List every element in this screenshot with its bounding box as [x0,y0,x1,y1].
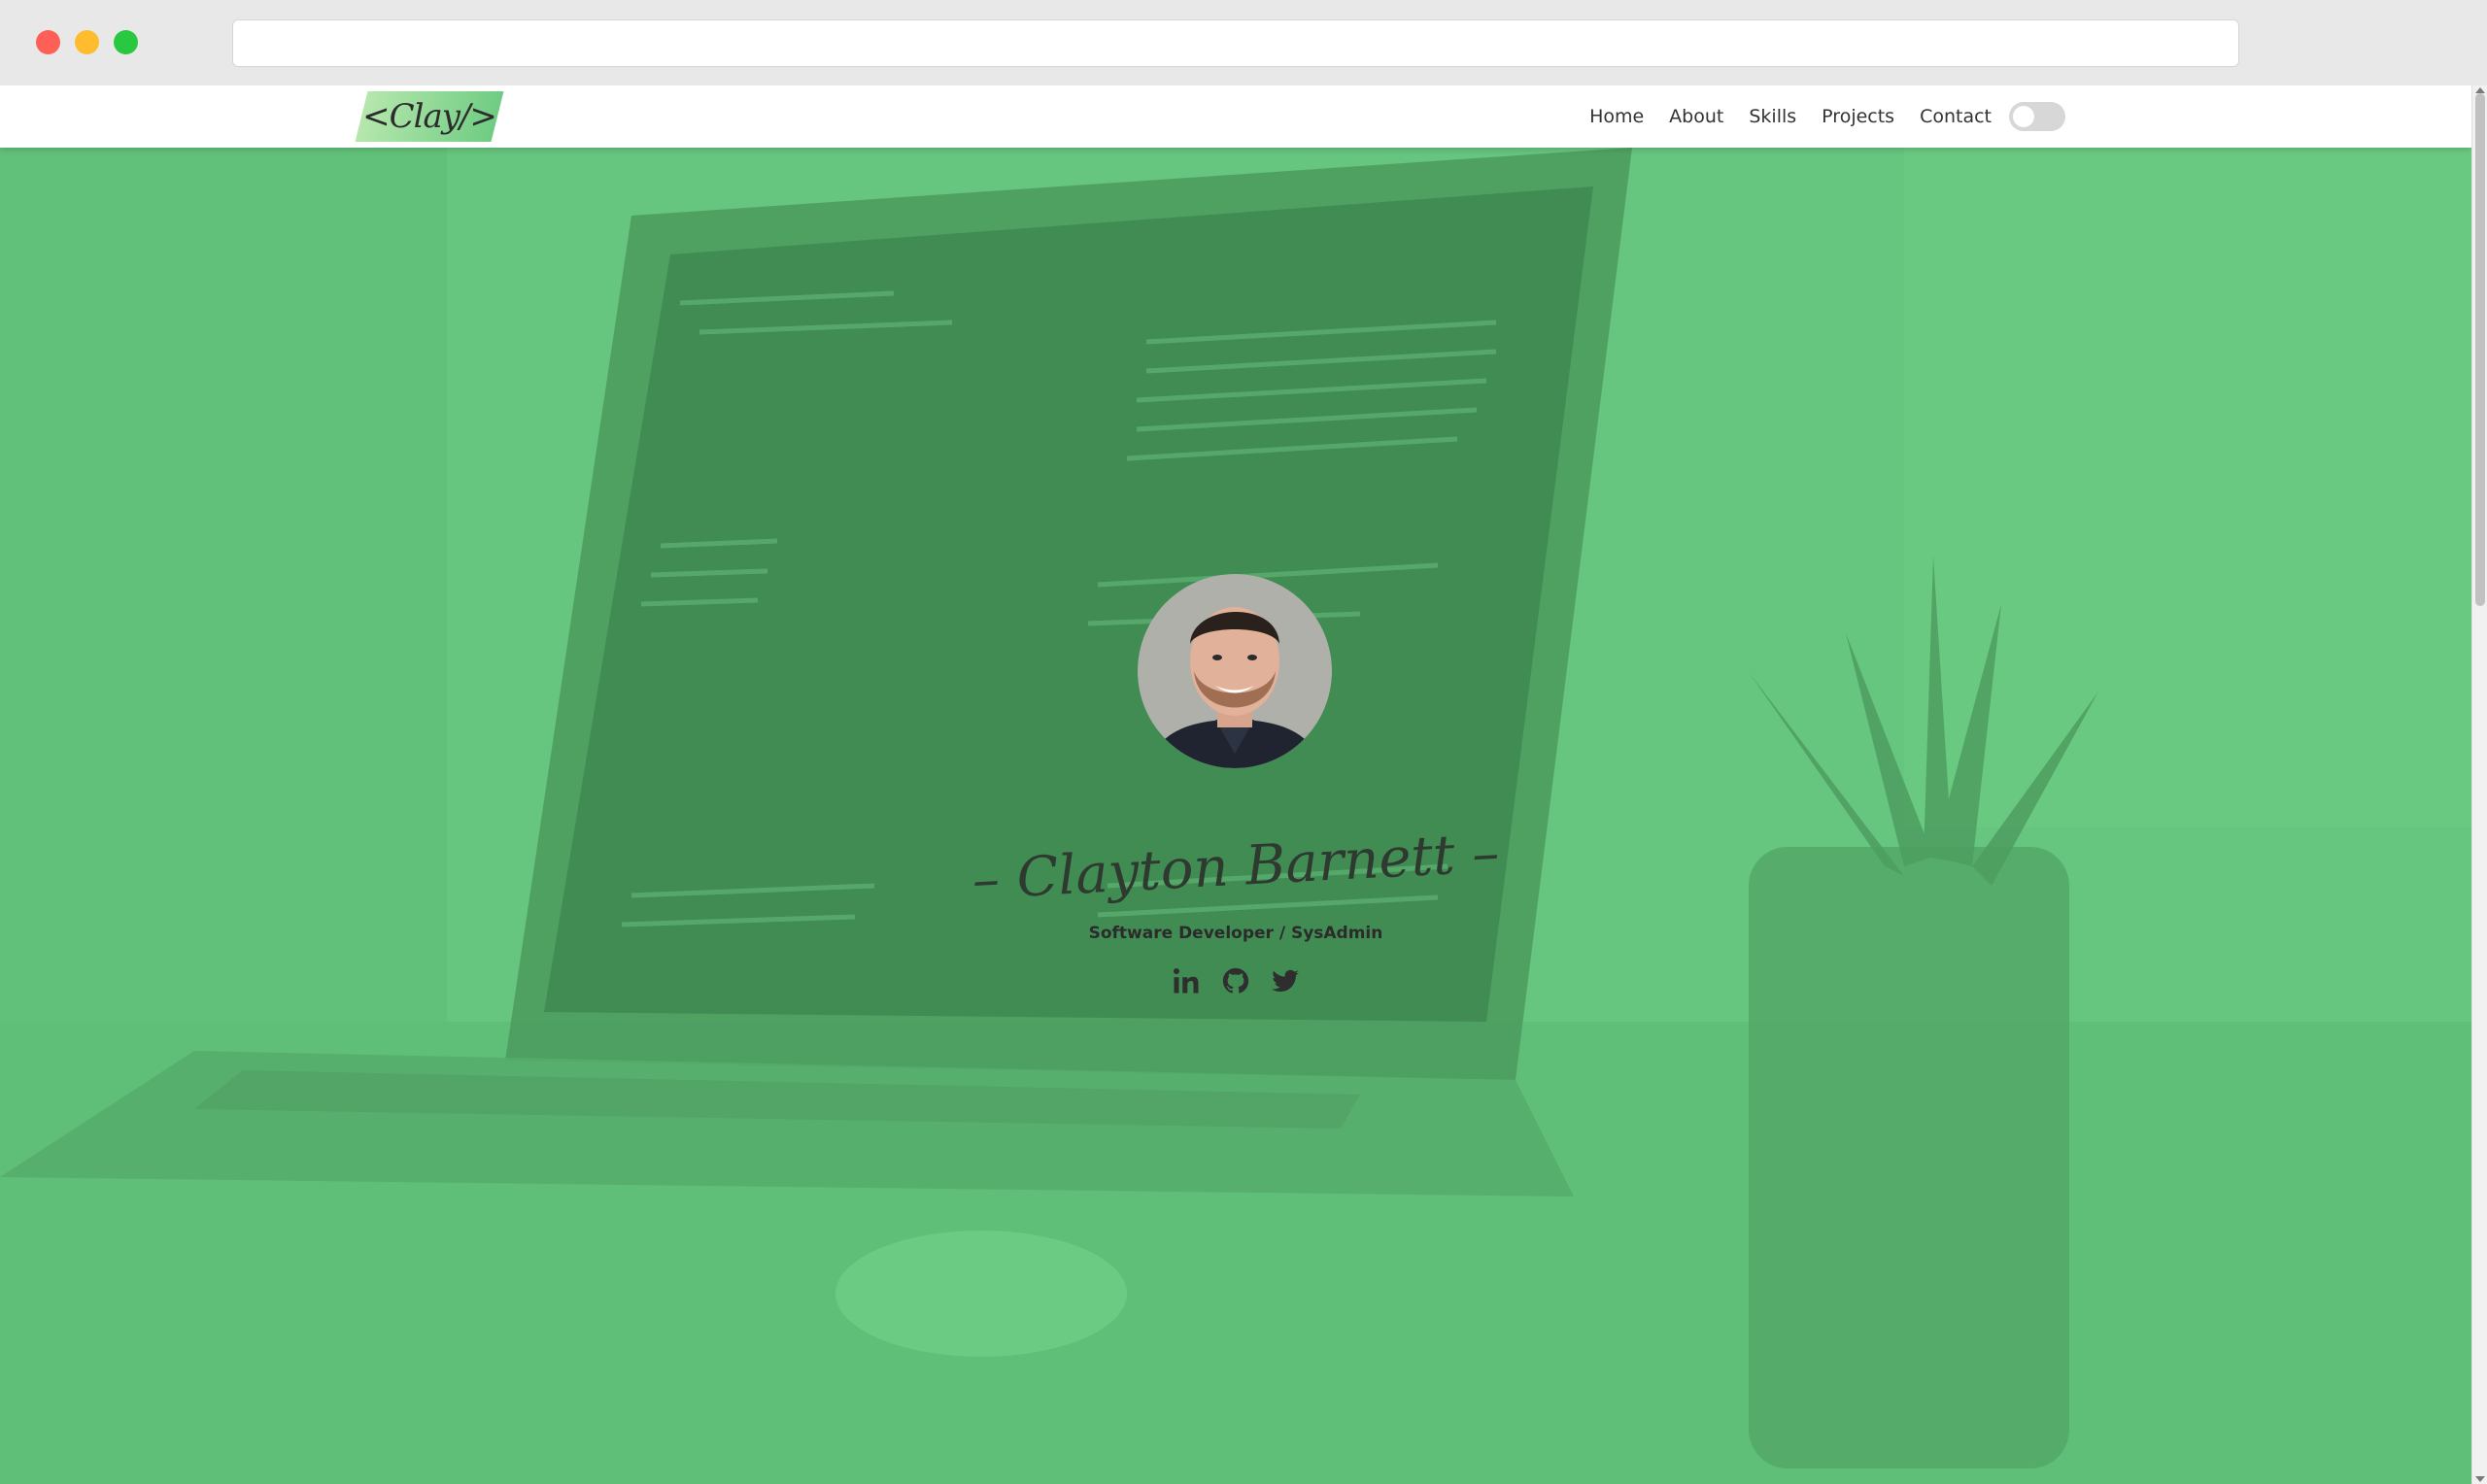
linkedin-icon [1174,968,1199,994]
hero-name: – Clayton Barnett – [971,821,1501,913]
nav-link-projects[interactable]: Projects [1822,106,1894,127]
nav-link-about[interactable]: About [1669,106,1723,127]
twitter-link[interactable] [1271,966,1300,995]
social-links [1172,961,1300,1000]
github-icon [1222,967,1249,994]
page-viewport: <Clay/> Home About Skills Projects Conta… [0,85,2487,1484]
linkedin-link[interactable] [1172,966,1201,995]
browser-chrome [0,0,2487,85]
logo-text: <Clay/> [362,97,497,136]
toggle-knob [2013,106,2034,127]
nav-link-skills[interactable]: Skills [1749,106,1796,127]
address-bar[interactable] [232,19,2239,67]
scroll-thumb[interactable] [2475,93,2485,606]
maximize-window-button[interactable] [114,30,138,54]
github-link[interactable] [1221,966,1250,995]
site-logo[interactable]: <Clay/> [355,91,504,142]
minimize-window-button[interactable] [75,30,99,54]
profile-avatar [1138,574,1332,768]
nav-link-home[interactable]: Home [1589,106,1644,127]
hero-role: Software Developer / SysAdmin [1088,924,1383,943]
twitter-icon [1272,969,1299,992]
scroll-down-arrow[interactable] [2475,1476,2485,1482]
theme-toggle[interactable] [2009,102,2065,131]
nav-links: Home About Skills Projects Contact [1564,85,2065,148]
page-scrollbar[interactable] [2471,85,2487,1484]
navbar: <Clay/> Home About Skills Projects Conta… [0,85,2471,148]
nav-link-contact[interactable]: Contact [1920,106,1992,127]
close-window-button[interactable] [36,30,60,54]
hero-section: – Clayton Barnett – Software Developer /… [0,85,2471,1484]
